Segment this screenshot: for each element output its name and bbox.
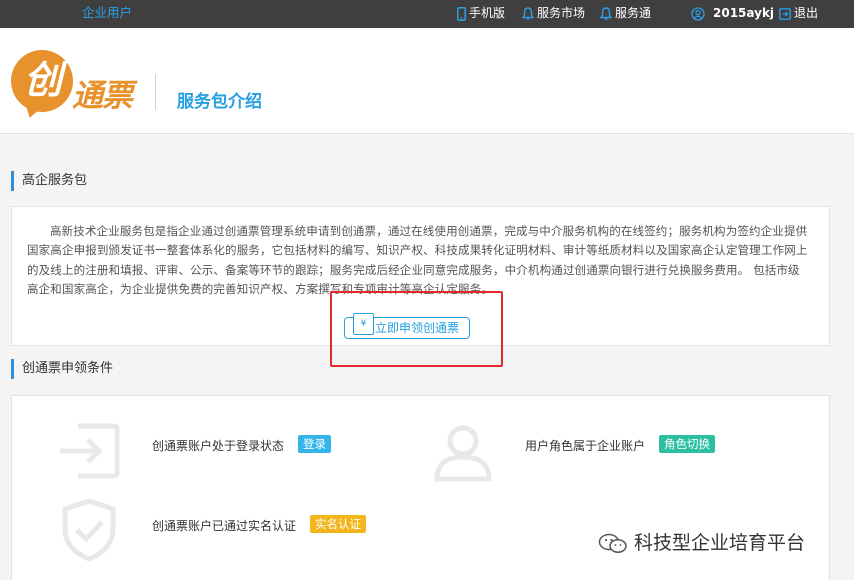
service-description: 高新技术企业服务包是指企业通过创通票管理系统申请到创通票，通过在线使用创通票，完… [27, 224, 808, 296]
username: 2015aykj [713, 6, 775, 20]
section-title-gaoqi: 高企服务包 [11, 171, 87, 191]
logo-char: 创 [23, 58, 62, 102]
watermark: 科技型企业培育平台 [598, 528, 805, 555]
service-market-label: 服务市场 [537, 6, 586, 20]
logout-label: 退出 [794, 6, 819, 20]
mobile-link[interactable]: 手机版 [457, 0, 505, 28]
watermark-text: 科技型企业培育平台 [634, 532, 806, 554]
service-market-link[interactable]: 服务市场 [522, 0, 585, 28]
user-account-link[interactable]: 2015aykj [691, 0, 774, 28]
wechat-icon [598, 533, 627, 553]
user-role-icon [434, 425, 492, 482]
user-icon [691, 6, 705, 21]
enterprise-user-link[interactable]: 企业用户 [82, 0, 132, 28]
condition-role-label: 用户角色属于企业账户 [525, 439, 646, 453]
page-title: 服务包介绍 [177, 92, 262, 112]
section-title-conditions: 创通票申领条件 [11, 359, 113, 379]
login-icon [60, 423, 120, 479]
shield-check-icon [62, 498, 116, 562]
service-pass-link[interactable]: 服务通 [600, 0, 651, 28]
logo-text: 通票 [72, 78, 133, 114]
logout-link[interactable]: 退出 [779, 0, 818, 28]
mobile-icon [457, 6, 466, 21]
highlight-annotation [330, 291, 503, 367]
header-divider [155, 74, 156, 110]
logout-icon [779, 7, 791, 20]
bell-icon [600, 7, 612, 20]
switch-role-button[interactable]: 角色切换 [659, 435, 715, 453]
bell-icon [522, 7, 534, 20]
mobile-label: 手机版 [469, 6, 506, 20]
condition-login-label: 创通票账户处于登录状态 [152, 439, 285, 453]
service-pass-label: 服务通 [615, 6, 652, 20]
real-name-verify-button[interactable]: 实名认证 [310, 515, 366, 533]
login-button[interactable]: 登录 [298, 435, 331, 453]
page-header: 创 通票 服务包介绍 [0, 28, 854, 134]
condition-verify-label: 创通票账户已通过实名认证 [152, 519, 297, 533]
top-bar: 企业用户 手机版 服务市场 服务通 2015aykj 退出 [0, 0, 854, 28]
